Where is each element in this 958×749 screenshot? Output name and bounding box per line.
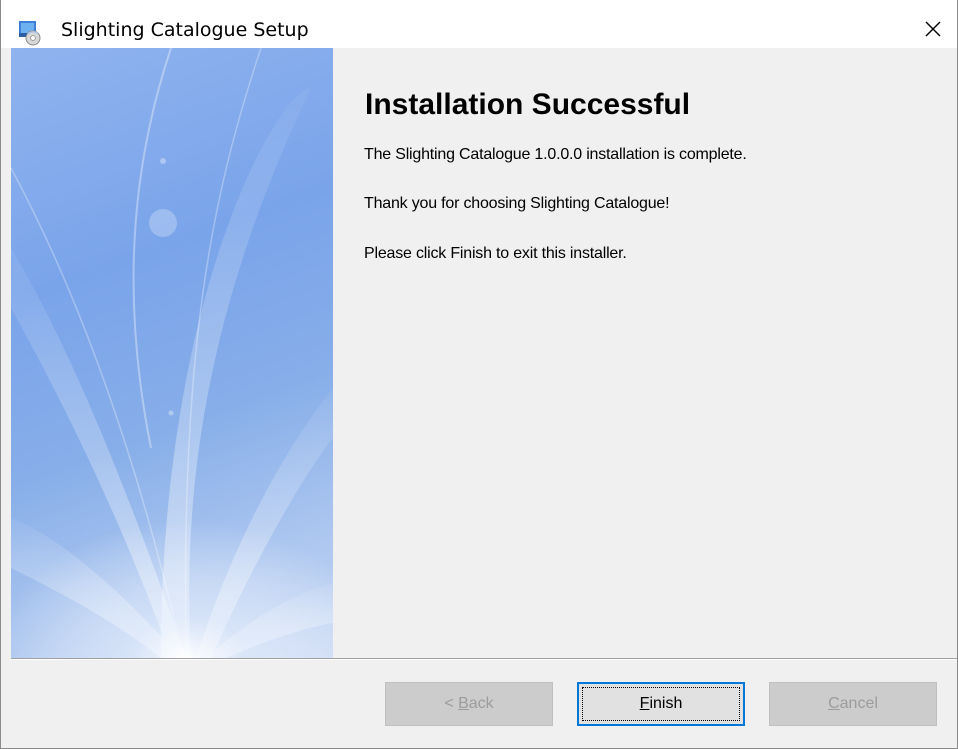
finish-button-label: Finish	[639, 695, 683, 712]
window-title: Slighting Catalogue Setup	[61, 19, 309, 41]
banner-swirl-image	[11, 48, 333, 658]
button-bar: < Back Finish Cancel	[11, 660, 957, 748]
cancel-button[interactable]: Cancel	[769, 682, 937, 726]
back-button[interactable]: < Back	[385, 682, 553, 726]
page-title: Installation Successful	[365, 88, 691, 121]
completion-message: The Slighting Catalogue 1.0.0.0 installa…	[364, 146, 747, 163]
installer-package-icon	[17, 20, 43, 46]
thank-you-message: Thank you for choosing Slighting Catalog…	[364, 195, 670, 212]
wizard-side-banner	[11, 48, 333, 658]
back-button-label: < Back	[444, 695, 494, 712]
title-bar[interactable]: Slighting Catalogue Setup	[1, 0, 957, 48]
close-icon	[924, 20, 942, 43]
setup-dialog: Slighting Catalogue Setup Installation S…	[0, 0, 958, 749]
close-button[interactable]	[913, 14, 953, 48]
cancel-button-label: Cancel	[828, 695, 878, 712]
wizard-content: Installation Successful The Slighting Ca…	[333, 48, 957, 658]
exit-instruction: Please click Finish to exit this install…	[364, 245, 627, 262]
finish-button[interactable]: Finish	[577, 682, 745, 726]
